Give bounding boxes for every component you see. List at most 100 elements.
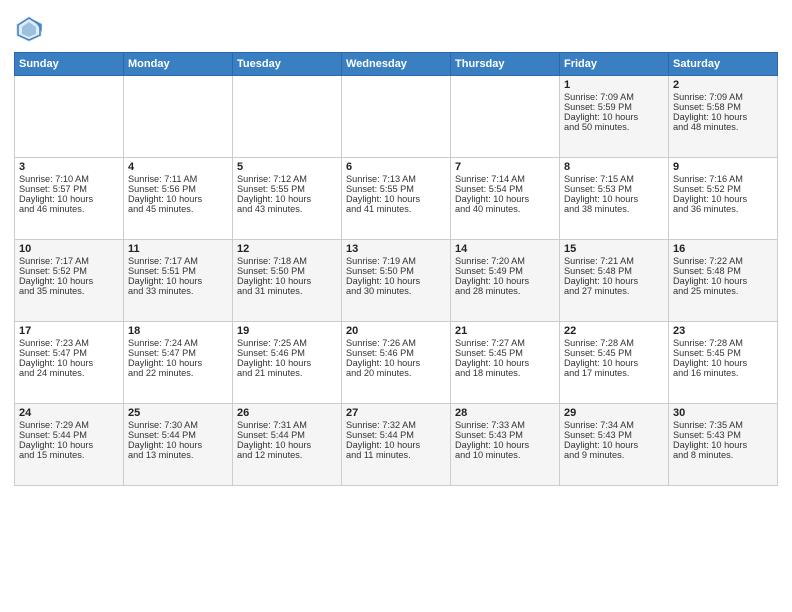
day-cell <box>124 76 233 158</box>
day-number: 22 <box>564 325 664 337</box>
day-info-line: and 38 minutes. <box>564 204 664 214</box>
day-number: 17 <box>19 325 119 337</box>
day-info-line: Daylight: 10 hours <box>128 440 228 450</box>
day-info-line: Daylight: 10 hours <box>564 276 664 286</box>
day-info-line: Sunset: 5:50 PM <box>346 266 446 276</box>
day-info-line: Daylight: 10 hours <box>673 194 773 204</box>
day-info-line: Sunset: 5:56 PM <box>128 184 228 194</box>
day-info-line: and 35 minutes. <box>19 286 119 296</box>
day-info-line: Sunrise: 7:17 AM <box>128 256 228 266</box>
day-cell: 7Sunrise: 7:14 AMSunset: 5:54 PMDaylight… <box>451 158 560 240</box>
day-info-line: Daylight: 10 hours <box>673 112 773 122</box>
day-info-line: and 43 minutes. <box>237 204 337 214</box>
day-info-line: Daylight: 10 hours <box>128 358 228 368</box>
day-info-line: Sunrise: 7:11 AM <box>128 174 228 184</box>
day-info-line: Daylight: 10 hours <box>564 358 664 368</box>
day-info-line: Sunrise: 7:09 AM <box>673 92 773 102</box>
day-number: 6 <box>346 161 446 173</box>
day-cell: 22Sunrise: 7:28 AMSunset: 5:45 PMDayligh… <box>560 322 669 404</box>
day-info-line: Sunrise: 7:28 AM <box>673 338 773 348</box>
day-info-line: Daylight: 10 hours <box>237 194 337 204</box>
day-number: 14 <box>455 243 555 255</box>
day-info-line: Sunset: 5:45 PM <box>673 348 773 358</box>
day-cell: 1Sunrise: 7:09 AMSunset: 5:59 PMDaylight… <box>560 76 669 158</box>
day-info-line: and 17 minutes. <box>564 368 664 378</box>
day-info-line: Sunrise: 7:18 AM <box>237 256 337 266</box>
day-info-line: Daylight: 10 hours <box>346 440 446 450</box>
day-info-line: Daylight: 10 hours <box>455 358 555 368</box>
day-cell <box>15 76 124 158</box>
day-info-line: Sunrise: 7:34 AM <box>564 420 664 430</box>
day-info-line: Sunset: 5:55 PM <box>237 184 337 194</box>
day-number: 2 <box>673 79 773 91</box>
day-info-line: and 31 minutes. <box>237 286 337 296</box>
day-info-line: Sunset: 5:43 PM <box>564 430 664 440</box>
day-info-line: Sunrise: 7:25 AM <box>237 338 337 348</box>
day-cell: 10Sunrise: 7:17 AMSunset: 5:52 PMDayligh… <box>15 240 124 322</box>
day-cell: 13Sunrise: 7:19 AMSunset: 5:50 PMDayligh… <box>342 240 451 322</box>
day-number: 24 <box>19 407 119 419</box>
day-cell: 23Sunrise: 7:28 AMSunset: 5:45 PMDayligh… <box>669 322 778 404</box>
day-number: 9 <box>673 161 773 173</box>
day-info-line: Sunrise: 7:14 AM <box>455 174 555 184</box>
day-cell <box>451 76 560 158</box>
day-number: 5 <box>237 161 337 173</box>
day-info-line: Sunrise: 7:30 AM <box>128 420 228 430</box>
day-info-line: and 50 minutes. <box>564 122 664 132</box>
day-info-line: Sunset: 5:45 PM <box>564 348 664 358</box>
day-number: 15 <box>564 243 664 255</box>
day-info-line: Sunrise: 7:24 AM <box>128 338 228 348</box>
week-row-5: 24Sunrise: 7:29 AMSunset: 5:44 PMDayligh… <box>15 404 778 486</box>
day-cell: 30Sunrise: 7:35 AMSunset: 5:43 PMDayligh… <box>669 404 778 486</box>
day-info-line: Sunset: 5:52 PM <box>19 266 119 276</box>
day-info-line: and 25 minutes. <box>673 286 773 296</box>
day-number: 3 <box>19 161 119 173</box>
day-info-line: Sunset: 5:46 PM <box>237 348 337 358</box>
day-info-line: Sunset: 5:44 PM <box>346 430 446 440</box>
day-cell: 26Sunrise: 7:31 AMSunset: 5:44 PMDayligh… <box>233 404 342 486</box>
day-number: 28 <box>455 407 555 419</box>
day-info-line: Daylight: 10 hours <box>346 358 446 368</box>
day-number: 4 <box>128 161 228 173</box>
week-row-3: 10Sunrise: 7:17 AMSunset: 5:52 PMDayligh… <box>15 240 778 322</box>
logo-icon <box>14 14 44 44</box>
day-info-line: Sunset: 5:52 PM <box>673 184 773 194</box>
day-info-line: Sunrise: 7:15 AM <box>564 174 664 184</box>
day-info-line: Sunset: 5:43 PM <box>455 430 555 440</box>
day-info-line: Sunset: 5:44 PM <box>128 430 228 440</box>
day-header-monday: Monday <box>124 53 233 76</box>
day-info-line: Daylight: 10 hours <box>346 194 446 204</box>
day-cell: 27Sunrise: 7:32 AMSunset: 5:44 PMDayligh… <box>342 404 451 486</box>
day-cell: 14Sunrise: 7:20 AMSunset: 5:49 PMDayligh… <box>451 240 560 322</box>
day-header-saturday: Saturday <box>669 53 778 76</box>
day-info-line: Daylight: 10 hours <box>564 194 664 204</box>
day-info-line: and 11 minutes. <box>346 450 446 460</box>
week-row-2: 3Sunrise: 7:10 AMSunset: 5:57 PMDaylight… <box>15 158 778 240</box>
day-info-line: and 28 minutes. <box>455 286 555 296</box>
day-cell <box>342 76 451 158</box>
day-number: 26 <box>237 407 337 419</box>
day-info-line: Sunrise: 7:17 AM <box>19 256 119 266</box>
day-cell: 9Sunrise: 7:16 AMSunset: 5:52 PMDaylight… <box>669 158 778 240</box>
day-cell: 11Sunrise: 7:17 AMSunset: 5:51 PMDayligh… <box>124 240 233 322</box>
day-info-line: Daylight: 10 hours <box>564 440 664 450</box>
day-info-line: Daylight: 10 hours <box>128 194 228 204</box>
day-info-line: Sunrise: 7:22 AM <box>673 256 773 266</box>
day-info-line: Sunrise: 7:27 AM <box>455 338 555 348</box>
day-number: 20 <box>346 325 446 337</box>
day-cell: 24Sunrise: 7:29 AMSunset: 5:44 PMDayligh… <box>15 404 124 486</box>
day-cell: 18Sunrise: 7:24 AMSunset: 5:47 PMDayligh… <box>124 322 233 404</box>
day-info-line: Sunset: 5:53 PM <box>564 184 664 194</box>
day-number: 10 <box>19 243 119 255</box>
day-info-line: Daylight: 10 hours <box>673 440 773 450</box>
day-number: 19 <box>237 325 337 337</box>
day-number: 13 <box>346 243 446 255</box>
day-header-friday: Friday <box>560 53 669 76</box>
day-info-line: and 18 minutes. <box>455 368 555 378</box>
day-info-line: Sunset: 5:44 PM <box>237 430 337 440</box>
day-cell: 4Sunrise: 7:11 AMSunset: 5:56 PMDaylight… <box>124 158 233 240</box>
day-info-line: and 24 minutes. <box>19 368 119 378</box>
day-number: 29 <box>564 407 664 419</box>
day-number: 18 <box>128 325 228 337</box>
day-info-line: and 10 minutes. <box>455 450 555 460</box>
